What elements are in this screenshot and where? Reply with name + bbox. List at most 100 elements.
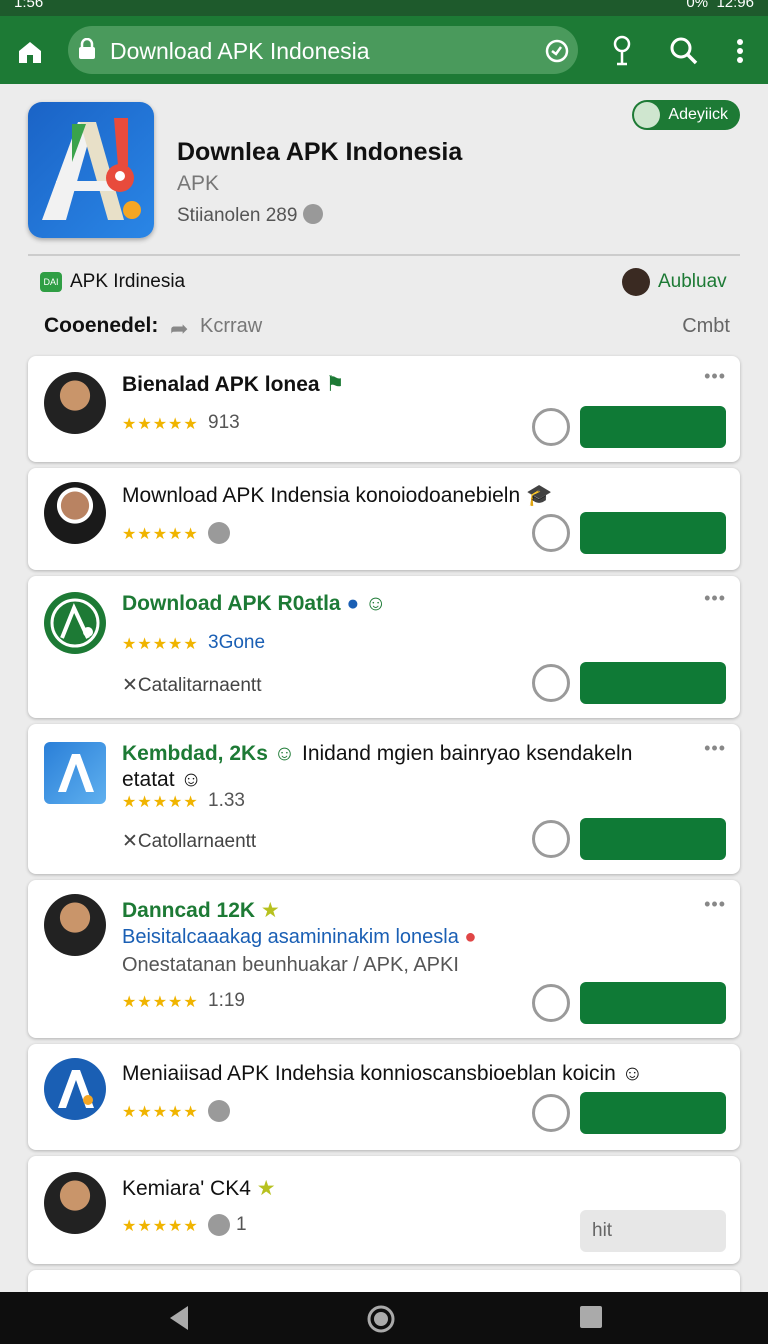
download-button[interactable] xyxy=(580,406,726,448)
filter-value[interactable]: Kcrraw xyxy=(200,315,262,338)
emoji-icon: ☺ xyxy=(273,742,296,765)
status-bar: 1:56 0% 12:96 xyxy=(0,0,768,16)
action-button[interactable]: hit xyxy=(580,1210,726,1252)
star-icon: ★ xyxy=(260,899,280,922)
chip-avatar xyxy=(634,102,661,128)
download-button[interactable] xyxy=(580,982,726,1024)
location-pin-icon[interactable] xyxy=(532,664,570,702)
list-item[interactable]: Meniaiisad APK Indehsia konnioscansbioeb… xyxy=(28,1044,740,1150)
card-title: Bienalad APK lonea ⚑ xyxy=(122,372,344,397)
rating-count: 3Gone xyxy=(208,632,266,653)
card-line2-text: Beisitalcaaakag asamininakim lonesla xyxy=(122,926,459,948)
rating-stars: ★★★★★ xyxy=(122,636,199,653)
card-title: Mownload APK Indensia konoiodoanebieln 🎓 xyxy=(122,484,552,508)
smile-icon: ☺ xyxy=(621,1062,644,1085)
more-options-icon[interactable]: ••• xyxy=(704,366,726,387)
card-title: Download APK R0atla ● ☺ xyxy=(122,592,386,616)
app-meta-text: Stiianolen 289 xyxy=(177,205,298,226)
clock-check-icon[interactable] xyxy=(544,38,570,64)
filter-right[interactable]: Cmbt xyxy=(682,315,730,338)
card-note: ✕Catollarnaentt xyxy=(122,831,257,852)
location-pin-icon[interactable] xyxy=(532,408,570,446)
more-options-icon[interactable]: ••• xyxy=(704,588,726,609)
location-pin-icon[interactable] xyxy=(532,820,570,858)
download-button[interactable] xyxy=(580,1092,726,1134)
card-line2: Beisitalcaaakag asamininakim lonesla ● xyxy=(122,926,477,949)
battery-label: 0% xyxy=(686,0,709,11)
avatar xyxy=(44,1172,106,1234)
app-header: Downlea APK Indonesia APK Stiianolen 289… xyxy=(28,100,740,252)
avatar xyxy=(44,592,106,654)
section-row: DAI APK Irdinesia Aubluav xyxy=(40,268,730,296)
card-title-text: Bienalad APK lonea xyxy=(122,373,320,396)
smile-icon: ☺ xyxy=(180,768,202,791)
recents-icon[interactable] xyxy=(578,1304,604,1330)
location-pin-icon[interactable] xyxy=(532,984,570,1022)
address-bar[interactable]: Download APK Indonesia xyxy=(68,26,578,74)
card-title: Kembdad, 2Ks ☺ xyxy=(122,742,295,766)
filter-label: Cooenedel: xyxy=(44,314,159,337)
card-title-text: Download APK R0atla xyxy=(122,592,341,615)
home-icon[interactable] xyxy=(14,36,46,68)
back-icon[interactable] xyxy=(166,1304,192,1332)
rating-count: 1.33 xyxy=(208,790,245,811)
rating-count: 1 xyxy=(236,1214,247,1235)
rating-stars: ★★★★★ xyxy=(122,1218,199,1235)
list-item[interactable]: Danncad 12K ★ Beisitalcaaakag asamininak… xyxy=(28,880,740,1038)
card-title: Kemiara' CK4 ★ xyxy=(122,1176,276,1201)
avatar xyxy=(44,482,106,544)
lock-icon xyxy=(79,38,95,59)
card-title-text: Mownload APK Indensia konoiodoanebieln xyxy=(122,484,521,507)
card-title-text: Meniaiisad APK Indehsia konnioscansbioeb… xyxy=(122,1062,616,1085)
section-label: APK Irdinesia xyxy=(70,271,186,292)
filter-row: Cooenedel: ➦ Kcrraw Cmbt xyxy=(44,314,734,342)
card-line3: Onestatanan beunhuakar / APK, APKI xyxy=(122,954,459,976)
rating-stars: ★★★★★ xyxy=(122,794,199,811)
user-icon xyxy=(208,1214,230,1236)
rating-count: 913 xyxy=(208,412,240,433)
user-icon xyxy=(208,522,230,544)
user-icon xyxy=(208,1100,230,1122)
app-a-logo-icon xyxy=(58,1070,94,1108)
browser-toolbar: Download APK Indonesia xyxy=(0,16,768,84)
pin-icon[interactable] xyxy=(606,34,638,68)
list-item[interactable]: Kembdad, 2Ks ☺ Inidand mgien bainryao ks… xyxy=(28,724,740,874)
card-title-tail-text: etatat xyxy=(122,768,175,791)
list-item[interactable]: Bienalad APK lonea ⚑ ★★★★★ 913 ••• xyxy=(28,356,740,462)
url-text: Download APK Indonesia xyxy=(110,38,370,64)
section-right-link[interactable]: Aubluav xyxy=(658,271,727,293)
search-icon[interactable] xyxy=(668,34,700,68)
card-title-extra: Inidand mgien bainryao ksendakeln xyxy=(302,742,633,765)
chip-label: Adeyiick xyxy=(668,106,728,123)
smile-icon: ☺ xyxy=(364,592,387,615)
list-item[interactable]: Mownload APK Indensia konoiodoanebieln 🎓… xyxy=(28,468,740,570)
card-note: ✕Catalitarnaentt xyxy=(122,675,262,696)
section-avatar[interactable] xyxy=(622,268,650,296)
more-options-icon[interactable]: ••• xyxy=(704,894,726,915)
card-title-tail: etatat ☺ xyxy=(122,768,202,792)
status-time: 1:56 xyxy=(14,0,44,11)
card-title-text: Kembdad, 2Ks xyxy=(122,742,268,765)
card-title-text: Danncad 12K xyxy=(122,899,256,922)
overflow-menu-icon[interactable] xyxy=(724,34,756,68)
rating-stars: ★★★★★ xyxy=(122,1104,199,1121)
rating-stars: ★★★★★ xyxy=(122,416,199,433)
share-arrow-icon[interactable]: ➦ xyxy=(170,316,188,342)
avatar xyxy=(44,742,106,804)
clock-label: 12:96 xyxy=(716,0,754,11)
app-subtitle: APK xyxy=(177,172,220,195)
system-nav-bar xyxy=(0,1292,768,1344)
home-nav-icon[interactable] xyxy=(366,1304,396,1334)
app-title: Downlea APK Indonesia xyxy=(177,138,463,166)
download-button[interactable] xyxy=(580,512,726,554)
list-item[interactable]: Kemiara' CK4 ★ ★★★★★ 1 hit xyxy=(28,1156,740,1264)
list-item[interactable]: Download APK R0atla ● ☺ ★★★★★ 3Gone ✕Cat… xyxy=(28,576,740,718)
location-pin-icon[interactable] xyxy=(532,1094,570,1132)
account-chip[interactable]: Adeyiick xyxy=(632,100,740,130)
location-pin-icon[interactable] xyxy=(532,514,570,552)
more-options-icon[interactable]: ••• xyxy=(704,738,726,759)
download-button[interactable] xyxy=(580,662,726,704)
download-button[interactable] xyxy=(580,818,726,860)
flag-icon: ⚑ xyxy=(325,373,345,396)
avatar xyxy=(44,1058,106,1120)
